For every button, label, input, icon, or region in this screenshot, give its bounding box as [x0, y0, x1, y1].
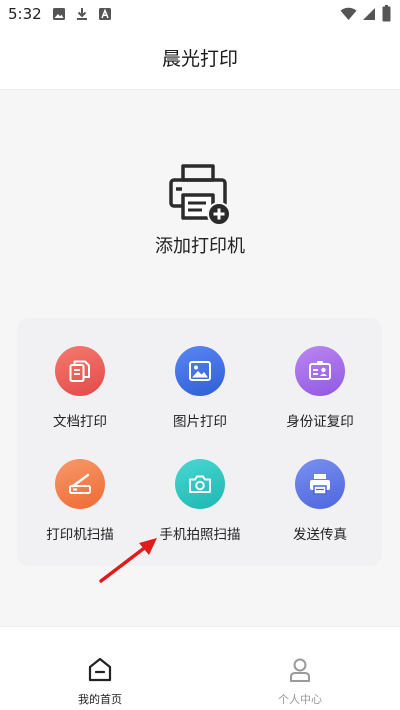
fax-icon — [310, 474, 330, 495]
send-fax-button[interactable]: 发送传真 — [260, 450, 380, 550]
add-printer-label: 添加打印机 — [155, 236, 245, 257]
image-print-label: 图片打印 — [173, 414, 227, 430]
document-icon — [69, 360, 90, 382]
signal-icon — [363, 8, 375, 20]
image-icon — [189, 361, 211, 381]
nav-profile-label: 个人中心 — [278, 693, 322, 706]
status-time: 5:32 — [8, 5, 42, 23]
id-card-icon — [309, 361, 331, 380]
status-bar: 5:32 — [0, 0, 400, 28]
page-title: 晨光打印 — [161, 48, 238, 70]
id-card-copy-label: 身份证复印 — [286, 414, 354, 430]
document-print-label: 文档打印 — [53, 414, 107, 430]
app-bar: 晨光打印 — [0, 28, 400, 90]
person-icon — [290, 658, 310, 682]
download-icon — [77, 8, 87, 20]
nav-home-label: 我的首页 — [78, 693, 122, 706]
printer-add-icon — [169, 164, 231, 226]
id-card-copy-button[interactable]: 身份证复印 — [260, 337, 380, 437]
camera-icon — [189, 475, 211, 493]
bottom-nav: 我的首页 个人中心 — [0, 626, 400, 710]
image-print-button[interactable]: 图片打印 — [140, 337, 260, 437]
a-icon — [99, 8, 111, 20]
camera-icon-circle — [175, 459, 225, 509]
phone-photo-scan-label: 手机拍照扫描 — [159, 527, 241, 543]
send-fax-label: 发送传真 — [293, 527, 347, 543]
add-printer-button[interactable]: 添加打印机 — [125, 155, 275, 265]
home-icon — [88, 657, 112, 682]
nav-home[interactable]: 我的首页 — [0, 627, 200, 710]
scanner-icon-circle — [55, 459, 105, 509]
document-print-button[interactable]: 文档打印 — [20, 337, 140, 437]
printer-scan-label: 打印机扫描 — [46, 527, 114, 543]
battery-icon — [382, 5, 391, 22]
feature-grid: 文档打印 图片打印 身份证复印 打印机扫描 手机拍照扫描 发送传真 — [17, 318, 382, 566]
fax-icon-circle — [295, 459, 345, 509]
scanner-icon — [69, 473, 91, 494]
document-icon-circle — [55, 346, 105, 396]
image-icon — [53, 8, 65, 20]
image-icon-circle — [175, 346, 225, 396]
id-card-icon-circle — [295, 346, 345, 396]
nav-profile[interactable]: 个人中心 — [200, 627, 400, 710]
phone-photo-scan-button[interactable]: 手机拍照扫描 — [140, 450, 260, 550]
wifi-icon — [340, 7, 357, 20]
printer-scan-button[interactable]: 打印机扫描 — [20, 450, 140, 550]
